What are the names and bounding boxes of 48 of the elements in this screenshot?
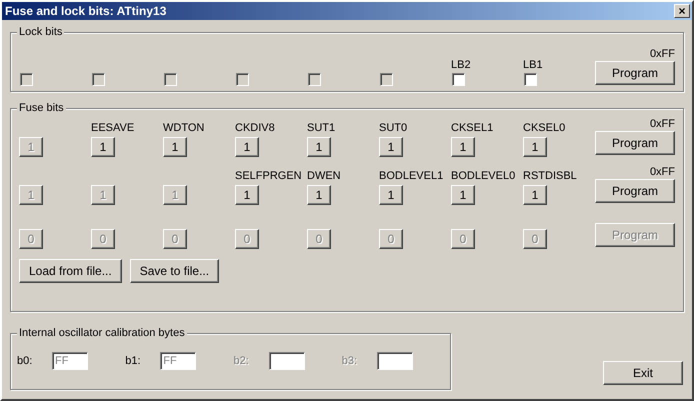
bit-label: SUT0 — [379, 121, 408, 135]
fuse-bit-button[interactable]: 1 — [307, 137, 331, 157]
bit-label: EESAVE — [91, 121, 134, 135]
bit-label: CKSEL0 — [523, 121, 566, 135]
hex-value: 0xFF — [648, 47, 675, 61]
window-title: Fuse and lock bits: ATtiny13 — [5, 4, 166, 18]
lock-bit-checkbox[interactable] — [452, 73, 465, 86]
fuse-bit-button[interactable]: 1 — [307, 185, 331, 205]
fuse-bit-button[interactable]: 1 — [523, 185, 547, 205]
close-button[interactable]: × — [674, 4, 690, 18]
fuse-bit-button[interactable]: 1 — [523, 137, 547, 157]
bit-label: WDTON — [163, 121, 204, 135]
field-label: b3: — [342, 355, 358, 367]
bit-label: LB1 — [523, 58, 543, 72]
calibration-input[interactable]: FF — [160, 352, 196, 370]
fuse-bit-button[interactable]: 1 — [235, 185, 259, 205]
fuse-bit-button[interactable]: 1 — [91, 137, 115, 157]
bit-label: CKSEL1 — [451, 121, 494, 135]
bit-label: BODLEVEL0 — [451, 169, 516, 183]
fuse-bit-button[interactable]: 1 — [235, 137, 259, 157]
file-button[interactable]: Load from file... — [19, 259, 122, 283]
bit-label: SUT1 — [307, 121, 336, 135]
field-label: b1: — [125, 355, 142, 367]
file-button[interactable]: Save to file... — [130, 259, 220, 283]
fuse-bit-button[interactable]: 1 — [163, 137, 187, 157]
bit-label: DWEN — [307, 169, 341, 183]
exit-button[interactable]: Exit — [603, 361, 683, 385]
bit-label: SELFPRGEN — [235, 169, 302, 183]
program-button[interactable]: Program — [595, 179, 675, 203]
lock-bit-checkbox[interactable] — [524, 73, 537, 86]
fuse-bit-button[interactable]: 1 — [379, 137, 403, 157]
hex-value: 0xFF — [648, 117, 675, 131]
program-button[interactable]: Program — [595, 131, 675, 155]
fuse-bit-button[interactable]: 1 — [379, 185, 403, 205]
calibration-input[interactable]: FF — [52, 352, 88, 370]
bit-label: RSTDISBL — [523, 169, 577, 183]
field-label: b0: — [17, 355, 34, 367]
fuse-bit-button[interactable]: 1 — [451, 185, 475, 205]
calibration-input[interactable] — [268, 352, 304, 370]
bit-label: LB2 — [451, 58, 471, 72]
bit-label: CKDIV8 — [235, 121, 275, 135]
program-button[interactable]: Program — [595, 61, 675, 85]
field-label: b2: — [234, 355, 250, 367]
hex-value: 0xFF — [648, 165, 675, 179]
group-title: Internal oscillator calibration bytes — [17, 327, 187, 340]
bit-label: BODLEVEL1 — [379, 169, 444, 183]
calibration-input[interactable] — [376, 352, 413, 370]
fuse-bit-button[interactable]: 1 — [451, 137, 475, 157]
